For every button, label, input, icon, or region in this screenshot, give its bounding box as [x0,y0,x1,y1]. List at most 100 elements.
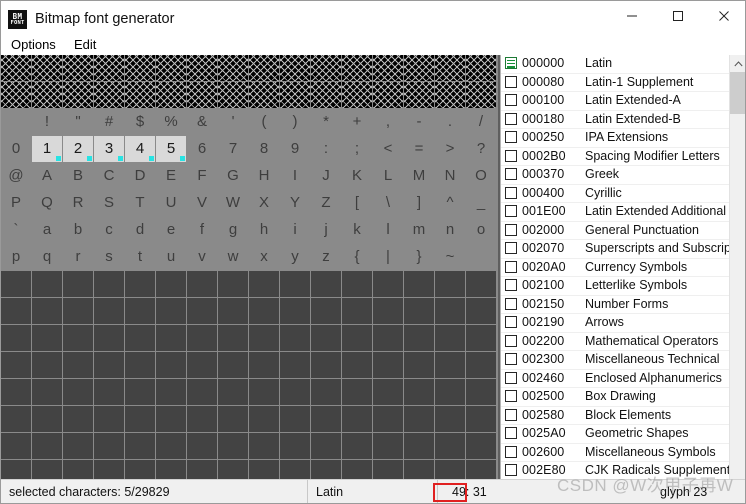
block-list-item[interactable]: 000080 Latin-1 Supplement [501,74,729,92]
character-cell[interactable]: y [280,244,310,270]
checkbox-icon[interactable] [505,223,517,236]
character-cell[interactable]: 8 [249,136,279,162]
character-cell[interactable]: p [1,244,31,270]
block-list-item[interactable]: 002500 Box Drawing [501,388,729,407]
character-cell[interactable]: < [373,136,403,162]
character-cell[interactable]: ] [404,190,434,216]
character-cell[interactable]: % [156,109,186,135]
checkbox-icon[interactable] [505,242,517,254]
checkbox-icon[interactable] [505,260,517,273]
character-cell[interactable]: a [32,217,62,243]
character-cell[interactable]: 7 [218,136,248,162]
checkbox-icon[interactable] [505,316,517,328]
character-cell[interactable]: X [249,190,279,216]
scroll-up-arrow-icon[interactable] [730,55,745,72]
character-grid[interactable]: ! " # $% & '() * +, -./0 1 2 3 4 5 6 7 8 9:; < = >? @ A B C D E F G H… [1,55,498,479]
character-cell[interactable]: 0 [1,136,31,162]
character-cell[interactable]: z [311,244,341,270]
block-list-item[interactable]: 002190 Arrows [501,314,729,333]
character-cell[interactable]: 1 [32,136,62,162]
character-cell[interactable]: q [32,244,62,270]
character-cell[interactable]: @ [1,163,31,189]
character-cell[interactable]: F [187,163,217,189]
character-cell[interactable]: 2 [63,136,93,162]
block-list-item[interactable]: 000180 Latin Extended-B [501,111,729,129]
block-list-item[interactable]: 0020A0 Currency Symbols [501,259,729,277]
block-list-scrollbar[interactable] [729,55,745,479]
checkbox-icon[interactable] [505,427,517,439]
character-cell[interactable]: s [94,244,124,270]
block-list-item[interactable]: 001E00 Latin Extended Additional [501,203,729,222]
block-list-item[interactable]: 000370 Greek [501,166,729,185]
checkbox-partial-icon[interactable] [505,57,517,69]
character-cell[interactable]: v [187,244,217,270]
unicode-block-list[interactable]: 000000 Latin 000080 Latin-1 Supplement 00010… [500,55,745,479]
block-list-item[interactable]: 002600 Miscellaneous Symbols [501,444,729,462]
character-cell[interactable]: w [218,244,248,270]
character-cell[interactable]: Q [32,190,62,216]
character-cell[interactable]: , [373,109,403,135]
character-cell[interactable]: ~ [435,244,465,270]
checkbox-icon[interactable] [505,149,517,162]
checkbox-icon[interactable] [505,131,517,143]
character-cell[interactable]: ! [32,109,62,135]
character-cell[interactable]: i [280,217,310,243]
character-cell[interactable]: | [373,244,403,270]
character-cell[interactable] [1,109,31,135]
block-list-item[interactable]: 002000 General Punctuation [501,222,729,240]
character-cell[interactable]: 4 [125,136,155,162]
character-cell[interactable]: L [373,163,403,189]
checkbox-icon[interactable] [505,205,517,217]
block-list-item[interactable]: 000400 Cyrillic [501,185,729,203]
character-cell[interactable]: 3 [94,136,124,162]
character-cell[interactable]: . [435,109,465,135]
character-cell[interactable] [466,244,496,270]
character-cell[interactable]: $ [125,109,155,135]
checkbox-icon[interactable] [505,297,517,310]
character-cell[interactable]: 5 [156,136,186,162]
character-cell[interactable]: V [187,190,217,216]
block-list-item[interactable]: 002070 Superscripts and Subscripts [501,240,741,259]
character-cell[interactable]: * [311,109,341,135]
character-cell[interactable]: 6 [187,136,217,162]
character-cell[interactable]: ? [466,136,496,162]
character-cell[interactable]: A [32,163,62,189]
character-cell[interactable]: K [342,163,372,189]
close-button[interactable] [701,1,745,31]
character-cell[interactable]: x [249,244,279,270]
block-list-item[interactable]: 0002B0 Spacing Modifier Letters [501,148,729,166]
checkbox-icon[interactable] [505,334,517,347]
checkbox-icon[interactable] [505,279,517,291]
character-cell[interactable]: c [94,217,124,243]
minimize-button[interactable] [609,1,655,31]
checkbox-icon[interactable] [505,408,517,421]
character-cell[interactable]: l [373,217,403,243]
checkbox-icon[interactable] [505,353,517,365]
character-cell[interactable]: _ [466,190,496,216]
character-cell[interactable]: g [218,217,248,243]
character-cell[interactable]: E [156,163,186,189]
character-cell[interactable]: G [218,163,248,189]
character-cell[interactable]: C [94,163,124,189]
block-list-item[interactable]: 002150 Number Forms [501,296,729,314]
character-cell[interactable]: > [435,136,465,162]
character-cell[interactable]: k [342,217,372,243]
block-list-item[interactable]: 002100 Letterlike Symbols [501,277,729,296]
character-cell[interactable]: W [218,190,248,216]
character-cell[interactable]: & [187,109,217,135]
character-cell[interactable]: r [63,244,93,270]
character-cell[interactable]: - [404,109,434,135]
scrollbar-thumb[interactable] [730,72,745,114]
checkbox-icon[interactable] [505,112,517,125]
character-cell[interactable]: B [63,163,93,189]
checkbox-icon[interactable] [505,168,517,180]
character-cell[interactable]: = [404,136,434,162]
character-cell[interactable]: D [125,163,155,189]
character-cell[interactable]: N [435,163,465,189]
character-cell[interactable]: m [404,217,434,243]
checkbox-icon[interactable] [505,390,517,402]
character-cell[interactable]: n [435,217,465,243]
character-cell[interactable]: P [1,190,31,216]
character-cell[interactable]: o [466,217,496,243]
block-list-item[interactable]: 002200 Mathematical Operators [501,333,729,351]
